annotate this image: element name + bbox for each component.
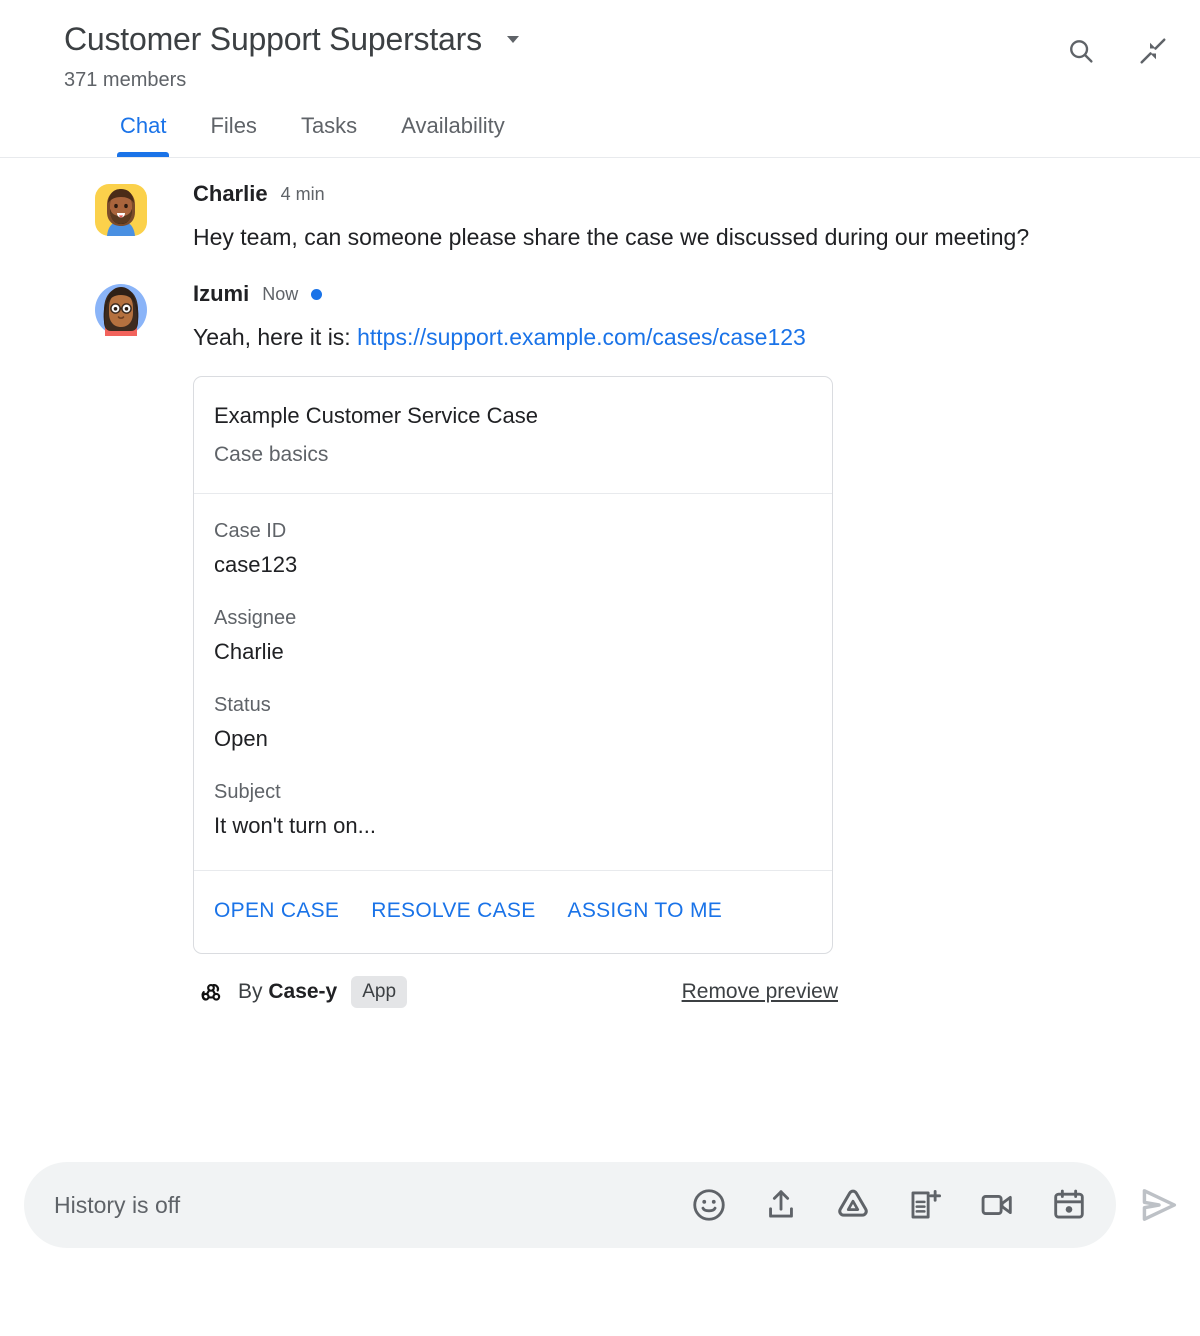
card-subtitle: Case basics xyxy=(214,443,329,466)
member-count: 371 members xyxy=(64,69,187,91)
avatar[interactable] xyxy=(93,282,149,338)
chevron-down-icon[interactable] xyxy=(500,26,526,52)
field-label: Case ID xyxy=(214,520,287,542)
message-timestamp: 4 min xyxy=(280,184,325,204)
by-prefix: By xyxy=(238,980,269,1003)
attribution-text: By Case-y xyxy=(238,978,337,1006)
tab-files[interactable]: Files xyxy=(188,111,278,157)
message-body: Izumi Now Yeah, here it is: https://supp… xyxy=(193,280,838,1008)
message-meta: Izumi Now xyxy=(193,280,838,308)
message-text-prefix: Yeah, here it is: xyxy=(193,324,358,350)
card-header: Example Customer Service Case Case basic… xyxy=(194,377,832,494)
card-fields: Case ID case123 Assignee Charlie Status … xyxy=(194,494,832,871)
message-author: Charlie xyxy=(193,181,268,206)
message-text: Hey team, can someone please share the c… xyxy=(193,224,1030,250)
tab-tasks[interactable]: Tasks xyxy=(279,111,379,157)
field-subject: Subject It won't turn on... xyxy=(214,779,812,840)
bot-name: Case-y xyxy=(268,980,338,1003)
add-doc-icon[interactable] xyxy=(904,1184,946,1226)
message-timestamp: Now xyxy=(262,284,299,304)
unread-indicator-dot xyxy=(311,288,323,300)
chat-window: Customer Support Superstars 371 members xyxy=(0,0,1200,1336)
field-assignee: Assignee Charlie xyxy=(214,605,812,666)
video-icon[interactable] xyxy=(976,1184,1018,1226)
page-title: Customer Support Superstars xyxy=(64,21,482,57)
webhook-icon xyxy=(196,977,226,1007)
composer-tools xyxy=(688,1184,1098,1226)
room-header: Customer Support Superstars 371 members xyxy=(0,0,1200,93)
tab-chat[interactable]: Chat xyxy=(98,111,188,157)
message-input-container[interactable]: History is off xyxy=(24,1162,1116,1248)
avatar[interactable] xyxy=(93,182,149,238)
field-value: It won't turn on... xyxy=(214,813,376,838)
assign-to-me-button[interactable]: ASSIGN TO ME xyxy=(568,899,723,923)
emoji-icon[interactable] xyxy=(688,1184,730,1226)
field-label: Status xyxy=(214,694,271,716)
field-value: Charlie xyxy=(214,639,284,664)
field-value: case123 xyxy=(214,552,298,577)
search-icon[interactable] xyxy=(1064,34,1098,68)
calendar-icon[interactable] xyxy=(1048,1184,1090,1226)
message-charlie: Charlie 4 min Hey team, can someone plea… xyxy=(0,180,1200,258)
card-attribution: By Case-y App Remove preview xyxy=(193,976,838,1008)
header-actions xyxy=(1064,34,1170,68)
collapse-icon[interactable] xyxy=(1136,34,1170,68)
tab-availability[interactable]: Availability xyxy=(379,111,527,157)
tab-bar: Chat Files Tasks Availability xyxy=(0,93,1200,158)
message-input[interactable]: History is off xyxy=(54,1190,688,1220)
message-izumi: Izumi Now Yeah, here it is: https://supp… xyxy=(0,280,1200,1008)
message-list: Charlie 4 min Hey team, can someone plea… xyxy=(0,158,1200,1144)
composer-bar: History is off xyxy=(0,1144,1200,1336)
open-case-button[interactable]: OPEN CASE xyxy=(214,899,339,923)
remove-preview-button[interactable]: Remove preview xyxy=(682,980,838,1004)
card-title: Example Customer Service Case xyxy=(214,403,539,428)
message-author: Izumi xyxy=(193,281,250,306)
case-preview-card: Example Customer Service Case Case basic… xyxy=(193,376,833,954)
message-body: Charlie 4 min Hey team, can someone plea… xyxy=(193,180,1029,258)
field-case-id: Case ID case123 xyxy=(214,518,812,579)
room-title-row: Customer Support Superstars xyxy=(64,18,1176,60)
field-label: Assignee xyxy=(214,607,297,629)
message-meta: Charlie 4 min xyxy=(193,180,1029,208)
message-text: Yeah, here it is: https://support.exampl… xyxy=(193,316,838,358)
resolve-case-button[interactable]: RESOLVE CASE xyxy=(371,899,535,923)
field-status: Status Open xyxy=(214,692,812,753)
field-label: Subject xyxy=(214,781,281,803)
app-badge: App xyxy=(351,976,408,1008)
send-button[interactable] xyxy=(1130,1176,1188,1234)
upload-icon[interactable] xyxy=(760,1184,802,1226)
card-actions: OPEN CASE RESOLVE CASE ASSIGN TO ME xyxy=(194,871,832,953)
field-value: Open xyxy=(214,726,268,751)
drive-icon[interactable] xyxy=(832,1184,874,1226)
case-link[interactable]: https://support.example.com/cases/case12… xyxy=(357,324,806,350)
